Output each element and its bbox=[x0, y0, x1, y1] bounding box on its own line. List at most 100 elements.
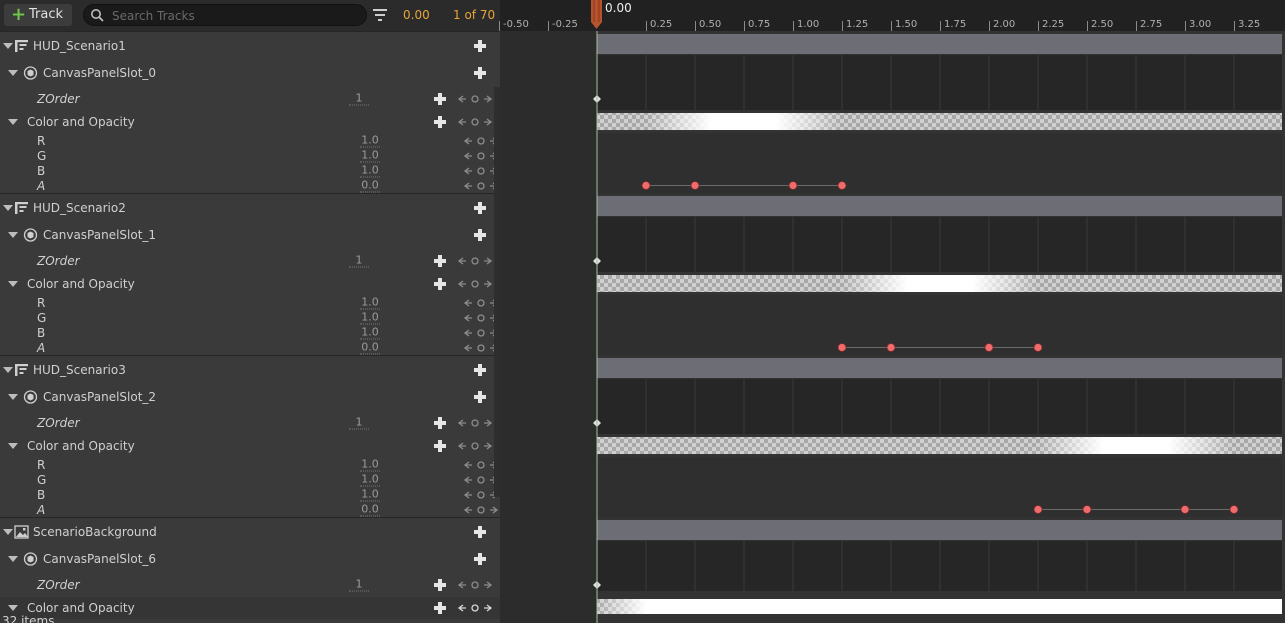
track-row-slot[interactable]: CanvasPanelSlot_1 bbox=[0, 221, 500, 249]
track-row-chan[interactable]: A 0.0 bbox=[0, 502, 500, 517]
filter-icon[interactable] bbox=[372, 8, 388, 22]
channel-value-field[interactable]: 0.0 bbox=[360, 503, 380, 516]
track-row-chan[interactable]: R 1.0 bbox=[0, 457, 500, 472]
timeline-canvas[interactable] bbox=[500, 31, 1285, 623]
channel-value-field[interactable]: 0.0 bbox=[360, 341, 380, 354]
key-navigation-icon[interactable] bbox=[457, 441, 493, 451]
track-row-slot[interactable]: CanvasPanelSlot_0 bbox=[0, 59, 500, 87]
add-track-button[interactable] bbox=[473, 363, 487, 377]
key-navigation-icon[interactable] bbox=[457, 256, 493, 266]
key-navigation-icon[interactable] bbox=[457, 418, 493, 428]
property-value-field[interactable]: 1 bbox=[349, 578, 369, 592]
property-value-field[interactable]: 1 bbox=[349, 92, 369, 106]
channel-value-field[interactable]: 0.0 bbox=[360, 179, 380, 192]
alpha-keyframe[interactable] bbox=[1033, 505, 1043, 514]
alpha-keyframe[interactable] bbox=[1229, 505, 1239, 514]
track-row-prop[interactable]: ZOrder 1 bbox=[0, 87, 500, 111]
expand-arrow-icon[interactable] bbox=[8, 394, 18, 400]
search-box[interactable] bbox=[83, 4, 367, 26]
track-row-group[interactable]: Color and Opacity bbox=[0, 435, 500, 457]
key-navigation-icon[interactable] bbox=[457, 94, 493, 104]
timeline-area[interactable] bbox=[500, 31, 1285, 623]
add-track-button[interactable] bbox=[473, 228, 487, 242]
expand-arrow-icon[interactable] bbox=[3, 367, 13, 373]
channel-value-field[interactable]: 1.0 bbox=[360, 326, 380, 339]
expand-arrow-icon[interactable] bbox=[3, 43, 13, 49]
track-row-slot[interactable]: CanvasPanelSlot_2 bbox=[0, 383, 500, 411]
channel-value-field[interactable]: 1.0 bbox=[360, 458, 380, 471]
track-row-chan[interactable]: G 1.0 bbox=[0, 472, 500, 487]
expand-arrow-icon[interactable] bbox=[8, 605, 18, 611]
track-row-prop[interactable]: ZOrder 1 bbox=[0, 573, 500, 597]
track-row-chan[interactable]: A 0.0 bbox=[0, 178, 500, 193]
track-row-slot[interactable]: CanvasPanelSlot_6 bbox=[0, 545, 500, 573]
track-row-prop[interactable]: ZOrder 1 bbox=[0, 249, 500, 273]
expand-arrow-icon[interactable] bbox=[8, 443, 18, 449]
add-key-button[interactable] bbox=[433, 92, 447, 106]
alpha-keyframe[interactable] bbox=[837, 181, 847, 190]
channel-value-field[interactable]: 1.0 bbox=[360, 134, 380, 147]
current-time-display[interactable]: 0.00 bbox=[403, 8, 430, 22]
add-track-button[interactable] bbox=[473, 66, 487, 80]
property-value-field[interactable]: 1 bbox=[349, 254, 369, 268]
add-track-button[interactable]: + Track bbox=[4, 4, 72, 26]
search-input[interactable] bbox=[110, 6, 364, 26]
expand-arrow-icon[interactable] bbox=[8, 232, 18, 238]
channel-value-field[interactable]: 1.0 bbox=[360, 164, 380, 177]
key-navigation-icon[interactable] bbox=[457, 279, 493, 289]
track-row-chan[interactable]: A 0.0 bbox=[0, 340, 500, 355]
expand-arrow-icon[interactable] bbox=[8, 281, 18, 287]
key-navigation-icon[interactable] bbox=[457, 580, 493, 590]
track-row-chan[interactable]: B 1.0 bbox=[0, 487, 500, 502]
add-key-button[interactable] bbox=[433, 254, 447, 268]
key-navigation-icon[interactable] bbox=[457, 603, 493, 613]
channel-value-field[interactable]: 1.0 bbox=[360, 473, 380, 486]
track-row-group[interactable]: Color and Opacity bbox=[0, 111, 500, 133]
expand-arrow-icon[interactable] bbox=[3, 205, 13, 211]
property-value-field[interactable]: 1 bbox=[349, 416, 369, 430]
expand-arrow-icon[interactable] bbox=[8, 556, 18, 562]
track-row-chan[interactable]: R 1.0 bbox=[0, 295, 500, 310]
track-row-chan[interactable]: B 1.0 bbox=[0, 163, 500, 178]
track-row-chan[interactable]: R 1.0 bbox=[0, 133, 500, 148]
expand-arrow-icon[interactable] bbox=[3, 529, 13, 535]
add-key-button[interactable] bbox=[433, 439, 447, 453]
add-key-button[interactable] bbox=[433, 578, 447, 592]
track-row-chan[interactable]: G 1.0 bbox=[0, 310, 500, 325]
track-row-chan[interactable]: B 1.0 bbox=[0, 325, 500, 340]
track-row-widget[interactable]: HUD_Scenario3 bbox=[0, 355, 500, 384]
track-row-group[interactable]: Color and Opacity bbox=[0, 273, 500, 295]
alpha-keyframe[interactable] bbox=[984, 343, 994, 352]
add-key-button[interactable] bbox=[433, 115, 447, 129]
playhead-handle[interactable] bbox=[591, 0, 602, 29]
alpha-keyframe[interactable] bbox=[1180, 505, 1190, 514]
track-row-widget[interactable]: ScenarioBackground bbox=[0, 517, 500, 546]
key-navigation-icon[interactable] bbox=[457, 117, 493, 127]
add-key-button[interactable] bbox=[433, 277, 447, 291]
channel-value-field[interactable]: 1.0 bbox=[360, 311, 380, 324]
track-row-widget[interactable]: HUD_Scenario2 bbox=[0, 193, 500, 222]
alpha-keyframe[interactable] bbox=[837, 343, 847, 352]
track-row-group[interactable]: Color and Opacity bbox=[0, 597, 500, 619]
expand-arrow-icon[interactable] bbox=[8, 119, 18, 125]
add-track-button[interactable] bbox=[473, 39, 487, 53]
alpha-keyframe[interactable] bbox=[886, 343, 896, 352]
add-track-button[interactable] bbox=[473, 525, 487, 539]
key-navigation-icon[interactable] bbox=[463, 505, 499, 515]
alpha-keyframe[interactable] bbox=[641, 181, 651, 190]
add-track-button[interactable] bbox=[473, 390, 487, 404]
alpha-keyframe[interactable] bbox=[788, 181, 798, 190]
alpha-keyframe[interactable] bbox=[1082, 505, 1092, 514]
channel-value-field[interactable]: 1.0 bbox=[360, 296, 380, 309]
alpha-keyframe[interactable] bbox=[690, 181, 700, 190]
track-row-widget[interactable]: HUD_Scenario1 bbox=[0, 31, 500, 60]
add-key-button[interactable] bbox=[433, 601, 447, 615]
channel-value-field[interactable]: 1.0 bbox=[360, 488, 380, 501]
add-key-button[interactable] bbox=[433, 416, 447, 430]
track-row-prop[interactable]: ZOrder 1 bbox=[0, 411, 500, 435]
alpha-keyframe[interactable] bbox=[1033, 343, 1043, 352]
channel-value-field[interactable]: 1.0 bbox=[360, 149, 380, 162]
expand-arrow-icon[interactable] bbox=[8, 70, 18, 76]
track-row-chan[interactable]: G 1.0 bbox=[0, 148, 500, 163]
add-track-button[interactable] bbox=[473, 552, 487, 566]
